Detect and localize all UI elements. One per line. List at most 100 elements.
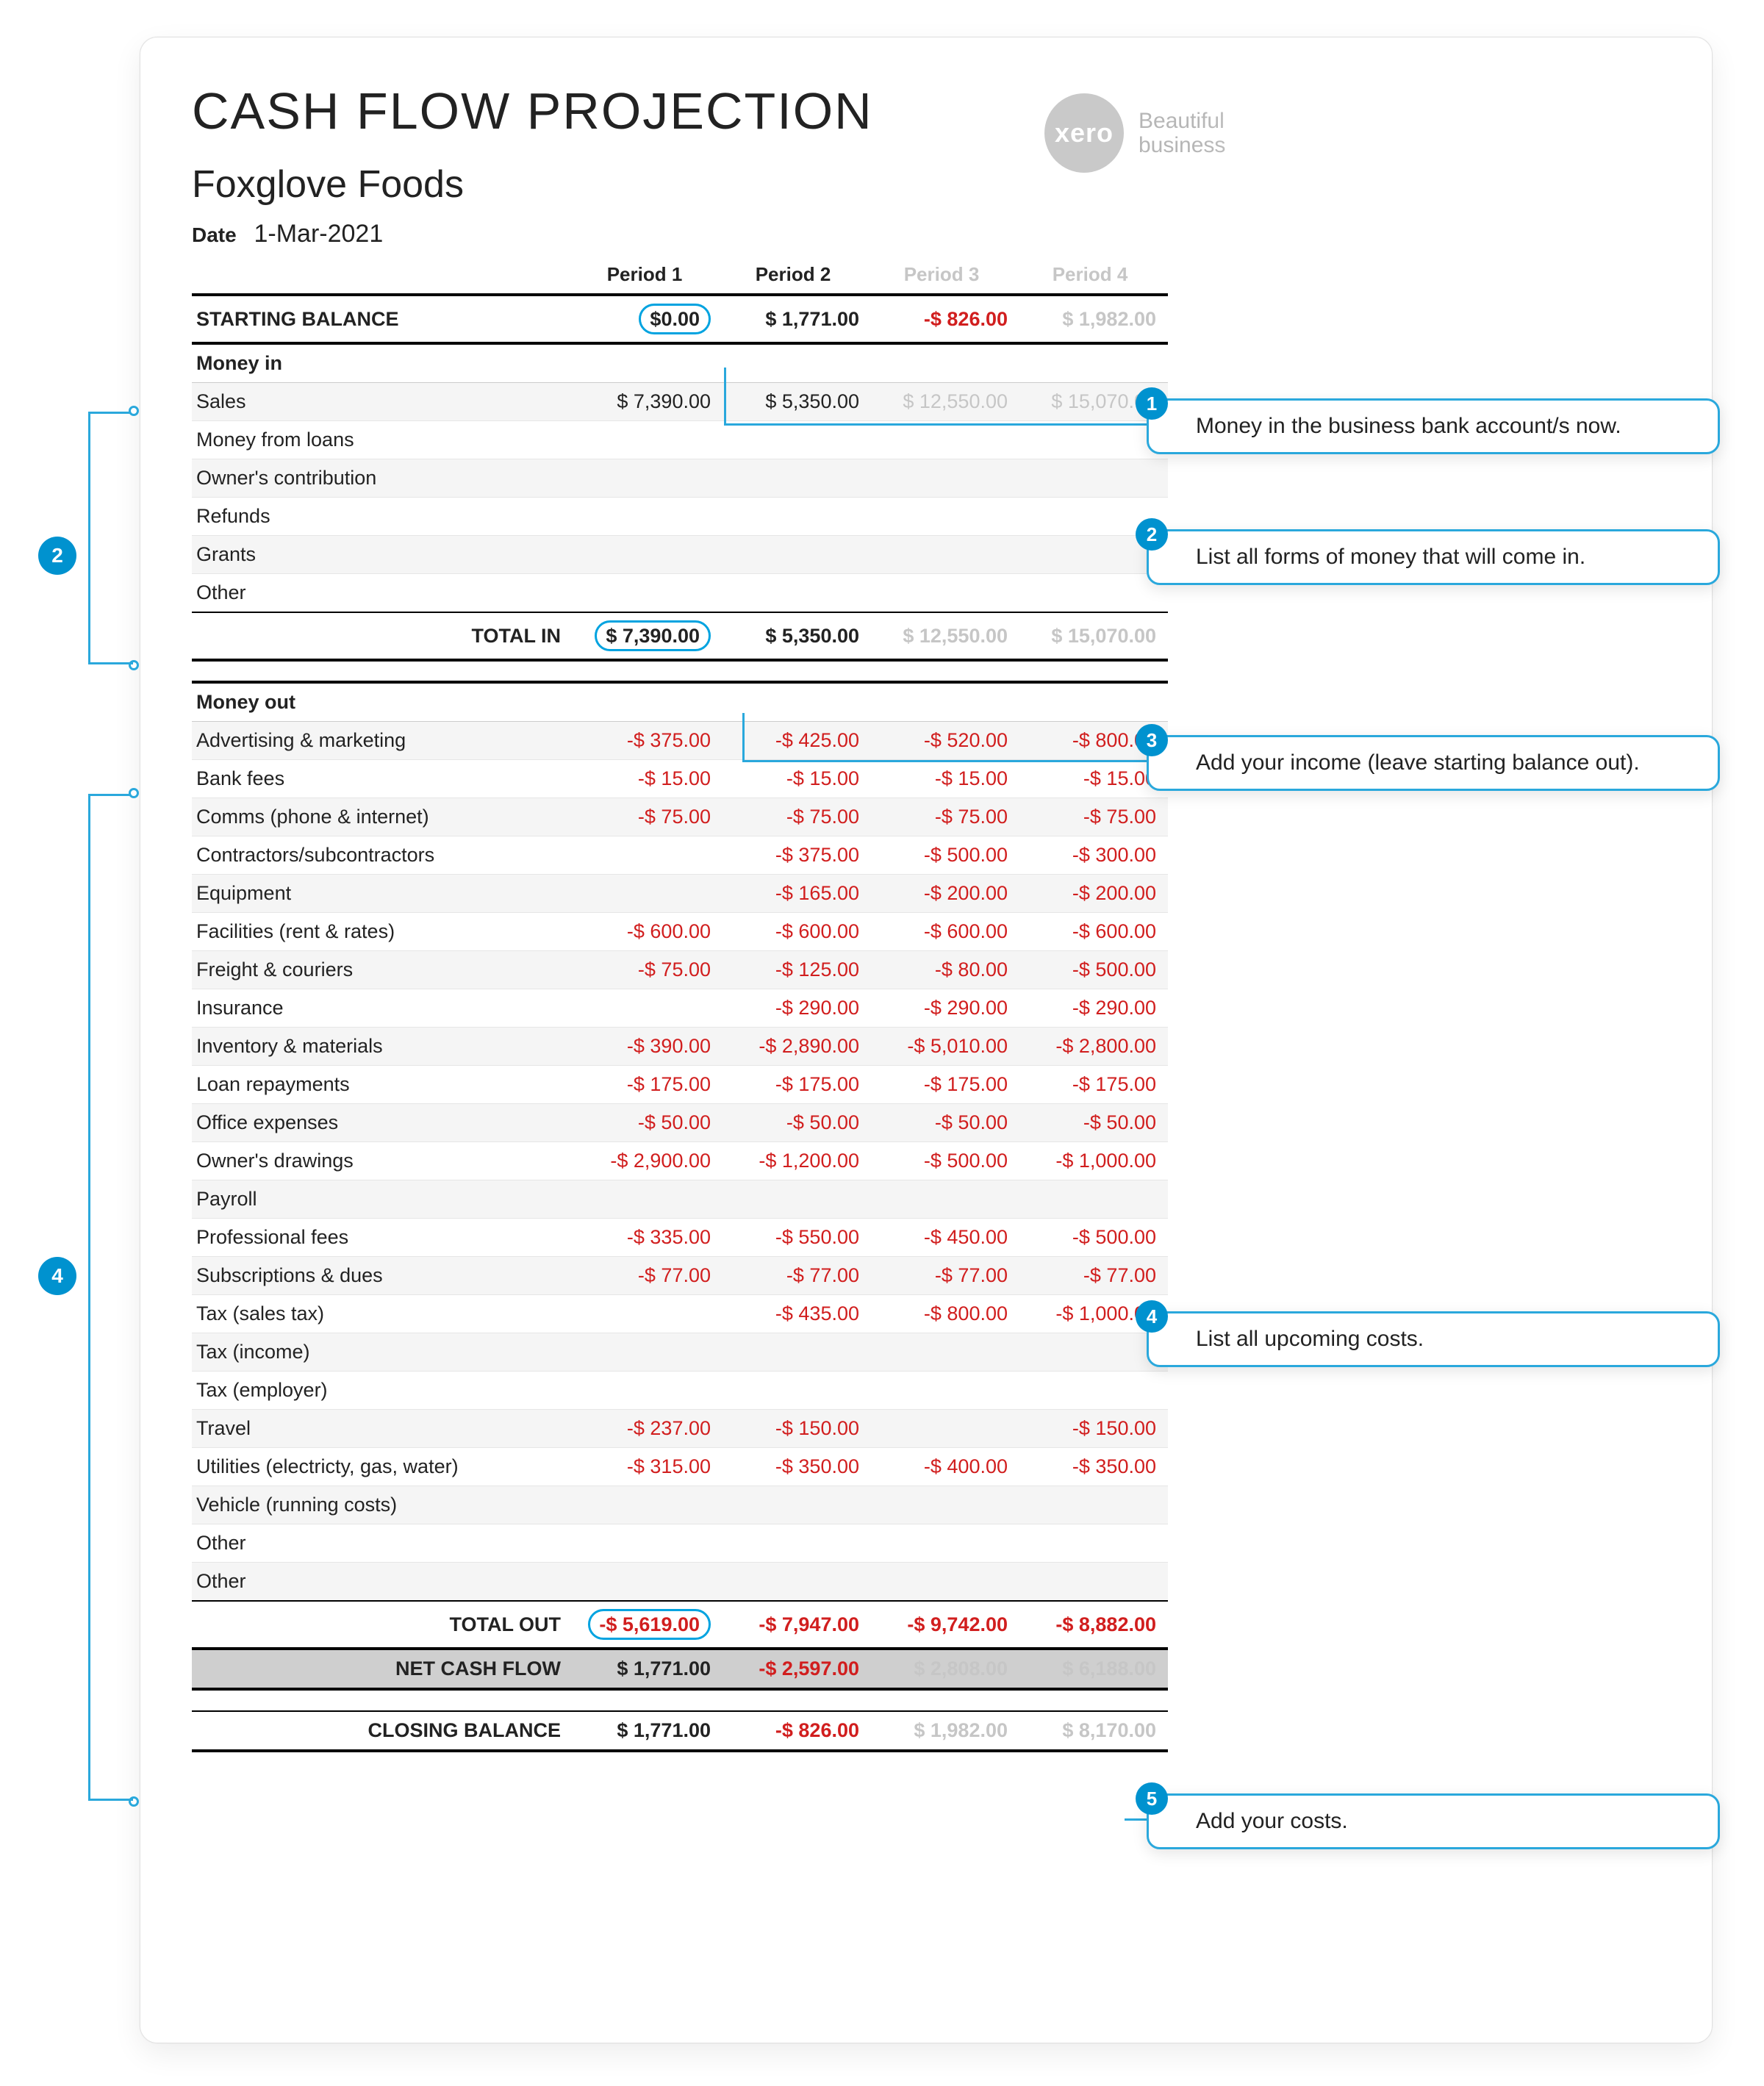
cell: [574, 574, 723, 613]
col-period-4: Period 4: [1019, 256, 1168, 295]
cell: -$ 600.00: [1019, 913, 1168, 951]
cell: -$ 2,800.00: [1019, 1028, 1168, 1066]
table-row: Utilities (electricty, gas, water)-$ 315…: [192, 1448, 1168, 1486]
cell: [1019, 1333, 1168, 1372]
row-label: Inventory & materials: [192, 1028, 574, 1066]
cell: $0.00: [574, 295, 723, 343]
cell: $ 7,390.00: [574, 383, 723, 421]
table-row: Travel-$ 237.00-$ 150.00-$ 150.00: [192, 1410, 1168, 1448]
table-row: Equipment-$ 165.00-$ 200.00-$ 200.00: [192, 875, 1168, 913]
cell: -$ 9,742.00: [871, 1601, 1019, 1649]
header-row: Period 1 Period 2 Period 3 Period 4: [192, 256, 1168, 295]
cell: -$ 75.00: [574, 951, 723, 989]
callout-3-text: Add your income (leave starting balance …: [1196, 750, 1640, 775]
bracket-money-in: [88, 412, 132, 664]
connector-1b: [724, 423, 1147, 426]
cell: -$ 75.00: [871, 798, 1019, 836]
row-label: Advertising & marketing: [192, 722, 574, 760]
cell: -$ 15.00: [871, 760, 1019, 798]
cell: -$ 390.00: [574, 1028, 723, 1066]
cell: -$ 1,000.00: [1019, 1142, 1168, 1180]
table-row: Money in: [192, 343, 1168, 383]
cell: -$ 300.00: [1019, 836, 1168, 875]
cell: -$ 77.00: [723, 1257, 871, 1295]
cell: [871, 1180, 1019, 1219]
cell: -$ 237.00: [574, 1410, 723, 1448]
row-label: TOTAL IN: [192, 612, 574, 660]
table-row: Bank fees-$ 15.00-$ 15.00-$ 15.00-$ 15.0…: [192, 760, 1168, 798]
cell: -$ 315.00: [574, 1448, 723, 1486]
cell: [871, 498, 1019, 536]
cell: -$ 150.00: [1019, 1410, 1168, 1448]
cell: -$ 600.00: [574, 913, 723, 951]
cell: [1019, 343, 1168, 383]
cell: -$ 7,947.00: [723, 1601, 871, 1649]
cell: -$ 150.00: [723, 1410, 871, 1448]
cell: $ 1,982.00: [1019, 295, 1168, 343]
table-row: Insurance-$ 290.00-$ 290.00-$ 290.00: [192, 989, 1168, 1028]
cell: [871, 421, 1019, 459]
cell: $ 2,808.00: [871, 1649, 1019, 1689]
cell: $ 1,982.00: [871, 1711, 1019, 1751]
cell: [871, 1372, 1019, 1410]
cell: -$ 1,200.00: [723, 1142, 871, 1180]
cell: [574, 1563, 723, 1602]
table-row: TOTAL OUT-$ 5,619.00-$ 7,947.00-$ 9,742.…: [192, 1601, 1168, 1649]
cell: -$ 290.00: [871, 989, 1019, 1028]
row-label: Equipment: [192, 875, 574, 913]
brand-tagline-2: business: [1139, 133, 1225, 157]
cell: [574, 1524, 723, 1563]
connector-3a: [742, 713, 745, 760]
company-name: Foxglove Foods: [192, 162, 1675, 207]
row-label: Other: [192, 1563, 574, 1602]
cell: [723, 1486, 871, 1524]
row-label: Tax (employer): [192, 1372, 574, 1410]
cell: [1019, 1486, 1168, 1524]
cell: -$ 350.00: [1019, 1448, 1168, 1486]
row-label: Sales: [192, 383, 574, 421]
projection-sheet: xero Beautiful business CASH FLOW PROJEC…: [140, 37, 1713, 2043]
connector-5: [1125, 1818, 1147, 1821]
table-row: Other: [192, 1524, 1168, 1563]
brand-tagline: Beautiful business: [1139, 109, 1225, 157]
cell: -$ 77.00: [1019, 1257, 1168, 1295]
cell: -$ 50.00: [871, 1104, 1019, 1142]
cell: [574, 1295, 723, 1333]
cell: [723, 1180, 871, 1219]
connector-1a: [724, 368, 726, 423]
row-label: Professional fees: [192, 1219, 574, 1257]
cell: -$ 15.00: [574, 760, 723, 798]
table-row: Payroll: [192, 1180, 1168, 1219]
cell: [1019, 1372, 1168, 1410]
row-label: CLOSING BALANCE: [192, 1711, 574, 1751]
table-row: Professional fees-$ 335.00-$ 550.00-$ 45…: [192, 1219, 1168, 1257]
table-row: Tax (income): [192, 1333, 1168, 1372]
cell: -$ 350.00: [723, 1448, 871, 1486]
cell: $ 5,350.00: [723, 612, 871, 660]
cell: [723, 536, 871, 574]
cell: [723, 1563, 871, 1602]
callout-1-badge: 1: [1136, 387, 1168, 420]
table-row: Facilities (rent & rates)-$ 600.00-$ 600…: [192, 913, 1168, 951]
table-row: TOTAL IN$ 7,390.00$ 5,350.00$ 12,550.00$…: [192, 612, 1168, 660]
cell: -$ 500.00: [1019, 951, 1168, 989]
cell: [871, 459, 1019, 498]
cell: $ 12,550.00: [871, 383, 1019, 421]
row-label: Insurance: [192, 989, 574, 1028]
cell: -$ 200.00: [871, 875, 1019, 913]
table-row: Subscriptions & dues-$ 77.00-$ 77.00-$ 7…: [192, 1257, 1168, 1295]
callout-3-badge: 3: [1136, 724, 1168, 756]
table-row: STARTING BALANCE$0.00$ 1,771.00-$ 826.00…: [192, 295, 1168, 343]
table-row: Other: [192, 574, 1168, 613]
callout-1-text: Money in the business bank account/s now…: [1196, 414, 1621, 438]
cell: $ 12,550.00: [871, 612, 1019, 660]
callout-2: 2 List all forms of money that will come…: [1147, 529, 1720, 585]
side-badge-4: 4: [38, 1257, 76, 1295]
cell: [574, 875, 723, 913]
table-row: Owner's drawings-$ 2,900.00-$ 1,200.00-$…: [192, 1142, 1168, 1180]
table-row: Vehicle (running costs): [192, 1486, 1168, 1524]
cell: -$ 800.00: [871, 1295, 1019, 1333]
cell: $ 6,188.00: [1019, 1649, 1168, 1689]
callout-5-badge: 5: [1136, 1782, 1168, 1815]
cell: -$ 175.00: [574, 1066, 723, 1104]
